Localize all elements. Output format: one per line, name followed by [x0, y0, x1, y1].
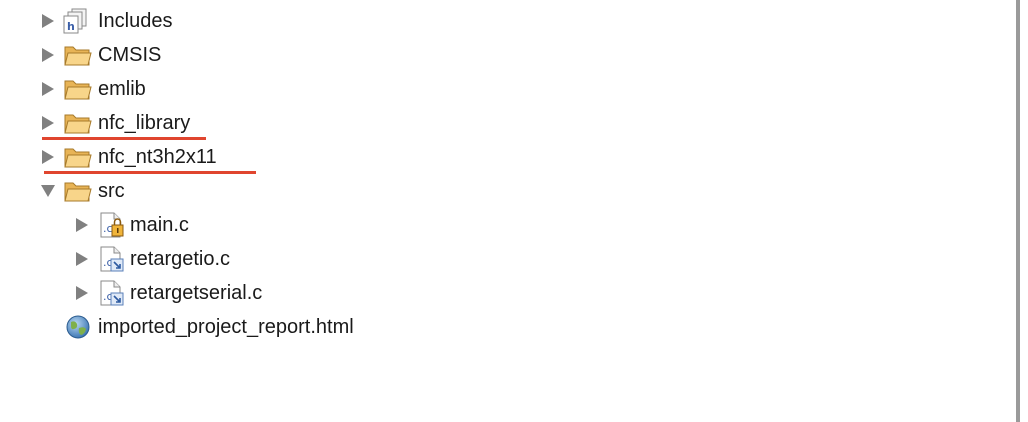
tree-item-nfc-nt3h2x11[interactable]: nfc_nt3h2x11	[0, 139, 700, 173]
expand-arrow-icon[interactable]	[40, 47, 56, 63]
tree-item-main-c[interactable]: .c main.c	[0, 207, 700, 241]
tree-item-cmsis[interactable]: CMSIS	[0, 37, 700, 71]
tree-item-label: nfc_nt3h2x11	[98, 146, 217, 168]
tree-item-src[interactable]: src	[0, 173, 700, 207]
folder-icon	[64, 182, 92, 202]
panel-border	[1016, 0, 1020, 422]
globe-html-icon	[66, 315, 90, 339]
project-explorer-tree: h Includes CMSIS emlib nfc_library nfc_n…	[0, 0, 1016, 422]
collapse-arrow-icon[interactable]	[40, 183, 56, 199]
expand-arrow-icon[interactable]	[74, 251, 90, 267]
expand-arrow-icon[interactable]	[40, 149, 56, 165]
tree-item-label: imported_project_report.html	[98, 316, 354, 338]
tree-item-retargetio-c[interactable]: .c retargetio.c	[0, 241, 700, 275]
tree-item-label: emlib	[98, 78, 146, 100]
folder-icon	[64, 80, 92, 100]
expand-arrow-icon[interactable]	[40, 115, 56, 131]
expand-arrow-icon[interactable]	[74, 217, 90, 233]
folder-icon	[64, 148, 92, 168]
tree-item-emlib[interactable]: emlib	[0, 71, 700, 105]
folder-icon	[64, 114, 92, 134]
tree-item-label: main.c	[130, 214, 189, 236]
c-source-file-linked-icon: .c	[100, 280, 124, 306]
expand-arrow-icon[interactable]	[74, 285, 90, 301]
tree-item-label: retargetserial.c	[130, 282, 263, 304]
expand-arrow-icon[interactable]	[40, 13, 56, 29]
tree-item-label: retargetio.c	[130, 248, 231, 270]
tree-item-imported-project-report[interactable]: imported_project_report.html	[0, 309, 700, 343]
tree-item-label: CMSIS	[98, 44, 162, 66]
includes-icon: h	[63, 8, 87, 34]
tree-item-label: Includes	[98, 10, 173, 32]
expand-arrow-icon[interactable]	[40, 81, 56, 97]
c-source-file-locked-icon: .c	[100, 212, 124, 238]
folder-icon	[64, 46, 92, 66]
c-source-file-linked-icon: .c	[100, 246, 124, 272]
tree-item-label: src	[98, 180, 125, 202]
tree-item-nfc-library[interactable]: nfc_library	[0, 105, 700, 139]
tree-item-label: nfc_library	[98, 112, 191, 134]
svg-text:h: h	[67, 20, 75, 33]
tree-item-includes[interactable]: h Includes	[0, 3, 700, 37]
svg-text:.c: .c	[103, 222, 113, 235]
tree-item-retargetserial-c[interactable]: .c retargetserial.c	[0, 275, 700, 309]
